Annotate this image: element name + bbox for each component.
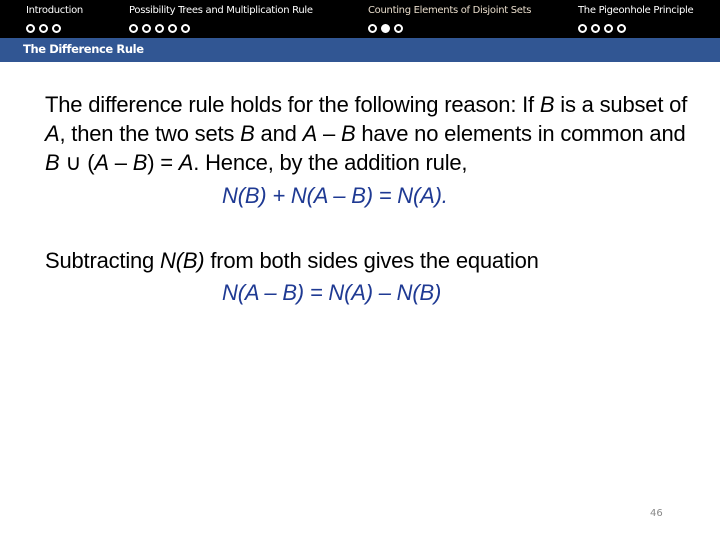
slide-content: The difference rule holds for the follow… — [45, 90, 695, 307]
math-variable: A — [45, 121, 60, 146]
nav-dot-icon[interactable] — [155, 24, 164, 33]
math-variable: A — [178, 150, 194, 175]
page-number: 46 — [650, 508, 663, 519]
text-run: from both sides gives the equation — [204, 248, 539, 273]
nav-dot-icon[interactable] — [52, 24, 61, 33]
nav-dots — [368, 24, 531, 33]
nav-dot-icon[interactable] — [394, 24, 403, 33]
math-variable: B — [539, 92, 555, 117]
math-variable: B — [132, 150, 148, 175]
nav-dot-icon[interactable] — [168, 24, 177, 33]
text-run: and — [254, 121, 303, 146]
math-variable: B — [240, 121, 255, 146]
paragraph-reasoning: The difference rule holds for the follow… — [45, 90, 695, 177]
nav-dot-icon[interactable] — [604, 24, 613, 33]
nav-dot-current-icon[interactable] — [381, 24, 390, 33]
text-run: – — [317, 121, 341, 146]
nav-section-counting-elements[interactable]: Counting Elements of Disjoint Sets — [368, 5, 531, 33]
nav-dot-icon[interactable] — [129, 24, 138, 33]
nav-dot-icon[interactable] — [181, 24, 190, 33]
frame-title-bar: The Difference Rule — [0, 38, 720, 62]
text-run: ∪ ( — [59, 150, 95, 175]
text-run: ) = — [147, 150, 179, 175]
nav-dot-icon[interactable] — [578, 24, 587, 33]
nav-dot-icon[interactable] — [591, 24, 600, 33]
paragraph-subtracting: Subtracting N(B) from both sides gives t… — [45, 246, 695, 275]
text-run: is a subset of — [554, 92, 688, 117]
math-variable: A — [94, 150, 109, 175]
nav-dot-icon[interactable] — [617, 24, 626, 33]
text-run: have no elements in common and — [355, 121, 686, 146]
equation-addition-rule: N(B) + N(A – B) = N(A). — [222, 183, 448, 208]
nav-dot-icon[interactable] — [39, 24, 48, 33]
nav-dot-icon[interactable] — [368, 24, 377, 33]
equation-difference-rule: N(A – B) = N(A) – N(B) — [222, 280, 442, 305]
nav-section-pigeonhole[interactable]: The Pigeonhole Principle — [578, 5, 694, 33]
nav-section-label[interactable]: The Pigeonhole Principle — [578, 5, 694, 17]
nav-dot-icon[interactable] — [142, 24, 151, 33]
text-run: , then the two sets — [59, 121, 241, 146]
nav-dot-icon[interactable] — [26, 24, 35, 33]
text-run: . Hence, by the addition rule, — [193, 150, 468, 175]
nav-section-possibility-trees[interactable]: Possibility Trees and Multiplication Rul… — [129, 5, 313, 33]
math-variable: A — [302, 121, 318, 146]
nav-dots — [578, 24, 693, 33]
nav-section-introduction[interactable]: Introduction — [26, 5, 83, 33]
math-variable: N(B) — [160, 248, 205, 273]
nav-section-label[interactable]: Introduction — [26, 5, 83, 17]
text-run: The difference rule holds for the follow… — [45, 92, 540, 117]
nav-dots — [26, 24, 83, 33]
nav-section-label[interactable]: Possibility Trees and Multiplication Rul… — [129, 5, 313, 17]
text-run: Subtracting — [45, 248, 161, 273]
nav-dots — [129, 24, 313, 33]
nav-section-label[interactable]: Counting Elements of Disjoint Sets — [368, 5, 531, 17]
math-variable: B — [45, 150, 60, 175]
text-run: – — [108, 150, 133, 175]
math-variable: B — [340, 121, 356, 146]
navigation-bar: Introduction Possibility Trees and Multi… — [0, 0, 720, 38]
frame-title: The Difference Rule — [23, 42, 144, 56]
